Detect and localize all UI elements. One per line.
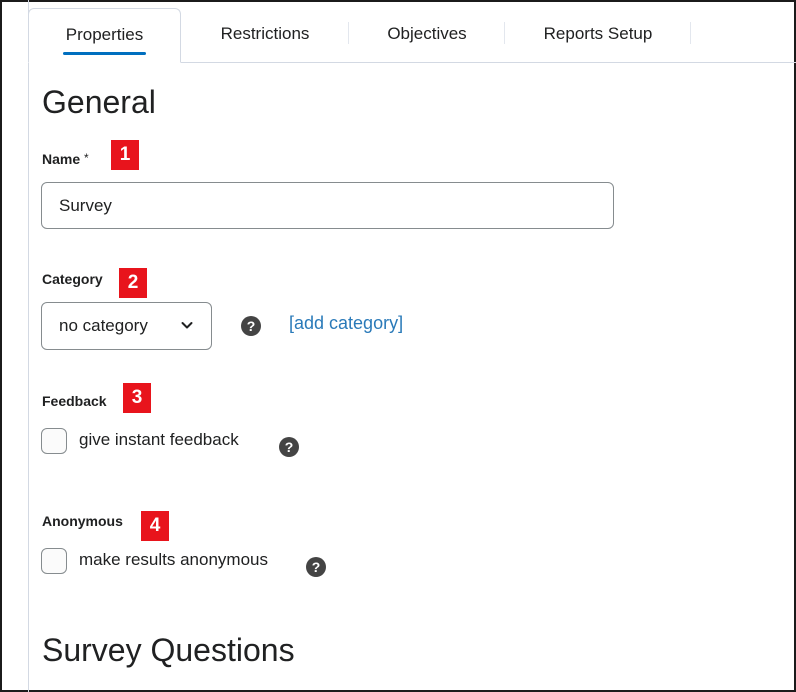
anonymous-results-checkbox[interactable] xyxy=(41,548,67,574)
active-tab-indicator xyxy=(63,52,146,55)
callout-marker-4: 4 xyxy=(141,511,169,541)
anonymous-help-icon[interactable]: ? xyxy=(306,557,326,577)
tab-objectives-label: Objectives xyxy=(387,24,467,43)
category-selected-value: no category xyxy=(59,316,148,335)
chevron-down-icon xyxy=(181,322,193,329)
name-label-text: Name xyxy=(42,151,81,167)
anonymous-results-label[interactable]: make results anonymous xyxy=(79,550,268,570)
category-select[interactable]: no category xyxy=(41,302,212,350)
category-help-icon[interactable]: ? xyxy=(241,316,261,336)
tab-bar: Properties Restrictions Objectives Repor… xyxy=(28,0,796,63)
tab-restrictions[interactable]: Restrictions xyxy=(188,8,342,62)
survey-questions-heading: Survey Questions xyxy=(42,632,295,668)
tab-reports-setup[interactable]: Reports Setup xyxy=(506,8,690,62)
tab-separator xyxy=(690,22,691,44)
callout-marker-1: 1 xyxy=(111,140,139,170)
name-label: Name * xyxy=(42,151,89,167)
category-label: Category xyxy=(42,271,103,287)
feedback-label: Feedback xyxy=(42,393,107,409)
tab-separator xyxy=(348,22,349,44)
feedback-help-icon[interactable]: ? xyxy=(279,437,299,457)
anonymous-label: Anonymous xyxy=(42,513,123,529)
required-mark: * xyxy=(84,151,89,165)
tab-restrictions-label: Restrictions xyxy=(220,24,310,43)
name-input[interactable] xyxy=(41,182,614,229)
tab-separator xyxy=(504,22,505,44)
callout-marker-3: 3 xyxy=(123,383,151,413)
tab-properties[interactable]: Properties xyxy=(28,8,181,63)
instant-feedback-checkbox[interactable] xyxy=(41,428,67,454)
add-category-link[interactable]: [add category] xyxy=(289,313,403,334)
callout-marker-2: 2 xyxy=(119,268,147,298)
instant-feedback-label[interactable]: give instant feedback xyxy=(79,430,239,450)
tab-objectives[interactable]: Objectives xyxy=(350,8,504,62)
tab-properties-label: Properties xyxy=(65,25,144,44)
general-heading: General xyxy=(42,84,156,120)
tab-reports-setup-label: Reports Setup xyxy=(543,24,653,43)
